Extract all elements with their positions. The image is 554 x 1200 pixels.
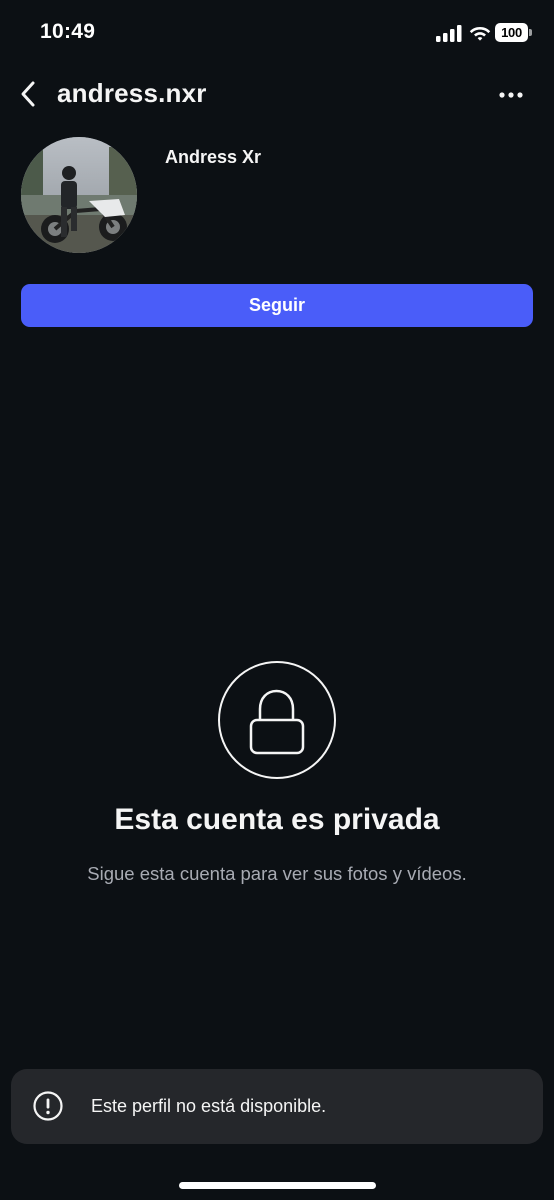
toast-message: Este perfil no está disponible.: [91, 1096, 327, 1116]
private-account-title: Esta cuenta es privada: [114, 803, 440, 836]
battery-icon: 100: [495, 23, 532, 42]
battery-level: 100: [501, 25, 522, 40]
wifi-icon: [469, 27, 491, 41]
back-arrow-icon: [21, 81, 35, 107]
private-account-subtitle: Sigue esta cuenta para ver sus fotos y v…: [87, 863, 467, 884]
unavailable-toast[interactable]: Este perfil no está disponible.: [11, 1069, 543, 1144]
follow-button[interactable]: Seguir: [21, 284, 533, 327]
lock-badge: [218, 661, 336, 779]
profile-header: andress.nxr: [0, 70, 554, 120]
status-bar: 10:49 100: [0, 0, 554, 64]
exclamation-circle-icon: [33, 1091, 63, 1121]
profile-screen: 10:49 100 andress.nxr Andress Xr Seguir …: [0, 0, 554, 1200]
avatar-photo: [21, 137, 137, 253]
username-title: andress.nxr: [57, 78, 207, 108]
home-indicator[interactable]: [179, 1182, 376, 1189]
lock-icon: [249, 689, 305, 755]
follow-label: Seguir: [248, 295, 305, 315]
more-options-button[interactable]: [492, 80, 530, 110]
signal-icon: [436, 25, 462, 42]
more-options-icon: [499, 92, 523, 98]
display-name: Andress Xr: [165, 147, 262, 167]
back-button[interactable]: [12, 76, 44, 112]
avatar[interactable]: [21, 137, 137, 253]
status-time: 10:49: [40, 20, 96, 43]
